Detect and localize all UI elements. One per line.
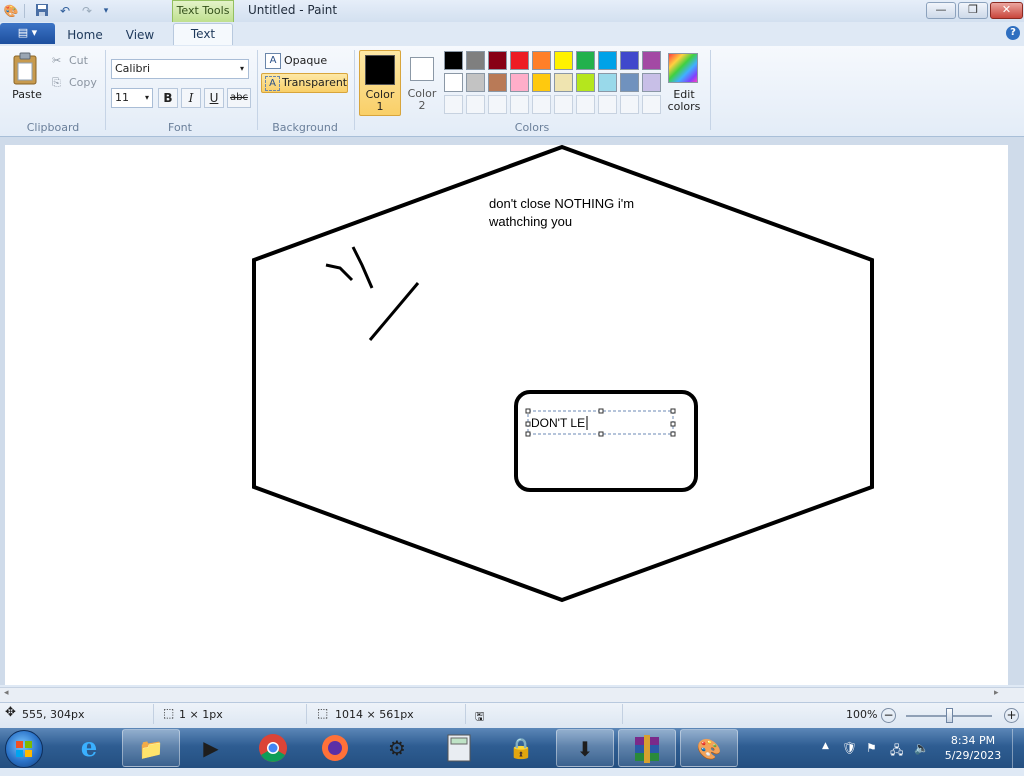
control-panel-icon[interactable]: ⚙ <box>368 729 426 767</box>
clock-date: 5/29/2023 <box>944 749 1002 762</box>
chrome-icon[interactable] <box>244 729 302 767</box>
canvas-size-icon: ⬚ <box>317 706 329 720</box>
action-center-icon[interactable]: ⚑ <box>866 741 877 755</box>
download-manager-icon[interactable]: ⬇ <box>556 729 614 767</box>
resize-handle <box>525 408 531 414</box>
show-hidden-icons[interactable]: ▲ <box>822 741 829 751</box>
status-divider <box>622 704 623 724</box>
resize-handle <box>525 421 531 427</box>
security-center-icon[interactable]: 🛡 <box>842 741 857 755</box>
canvas-size: 1014 × 561px <box>335 708 414 721</box>
network-icon[interactable]: 🖧 <box>890 741 903 762</box>
start-button[interactable] <box>5 730 43 768</box>
canvas-drawing <box>252 144 874 603</box>
resize-handle <box>525 431 531 437</box>
paint-taskbar-icon[interactable]: 🎨 <box>680 729 738 767</box>
selection-size-icon: ⬚ <box>163 706 175 720</box>
show-desktop-button[interactable] <box>1012 729 1024 768</box>
scroll-right-icon[interactable]: ▸ <box>994 688 999 698</box>
media-player-icon[interactable]: ▶ <box>182 729 240 767</box>
winrar-icon[interactable] <box>618 729 676 767</box>
zoom-level: 100% <box>846 708 878 721</box>
resize-handle <box>670 421 676 427</box>
note-line-2: wathching you <box>489 214 573 229</box>
horizontal-scrollbar[interactable] <box>0 687 1024 703</box>
cursor-position: 555, 304px <box>22 708 85 721</box>
system-clock[interactable]: 8:34 PM 5/29/2023 <box>938 733 1008 763</box>
file-size-icon: 🖫 <box>475 710 485 723</box>
internet-explorer-icon[interactable]: e <box>60 729 118 767</box>
zoom-slider-thumb[interactable] <box>946 708 953 723</box>
zoom-out-button[interactable]: − <box>881 708 896 723</box>
windows-logo-icon <box>16 741 32 757</box>
scroll-left-icon[interactable]: ◂ <box>4 688 9 698</box>
scribble-stroke <box>325 263 354 282</box>
scribble-stroke <box>351 246 374 289</box>
privacy-shield-icon[interactable]: 🔒 <box>492 729 550 767</box>
cursor-position-icon: ✥ <box>5 705 16 720</box>
resize-handle <box>670 431 676 437</box>
status-divider <box>153 704 154 724</box>
status-divider <box>465 704 466 724</box>
clock-time: 8:34 PM <box>950 734 996 747</box>
firefox-icon[interactable] <box>306 729 364 767</box>
textbox-content[interactable]: DON'T LE <box>531 416 585 430</box>
status-divider <box>306 704 307 724</box>
volume-icon[interactable]: 🔈 <box>914 741 929 755</box>
scribble-stroke <box>368 282 420 341</box>
resize-handle <box>598 431 604 437</box>
rounded-rectangle-shape <box>514 390 698 492</box>
resize-handle <box>598 408 604 414</box>
resize-handle <box>670 408 676 414</box>
calculator-icon[interactable] <box>430 729 488 767</box>
note-line-1: don't close NOTHING i'm <box>489 196 635 211</box>
zoom-in-button[interactable]: + <box>1004 708 1019 723</box>
file-explorer-icon[interactable]: 📁 <box>122 729 180 767</box>
selection-size: 1 × 1px <box>179 708 223 721</box>
canvas-note-text: don't close NOTHING i'm wathching you <box>489 195 634 231</box>
